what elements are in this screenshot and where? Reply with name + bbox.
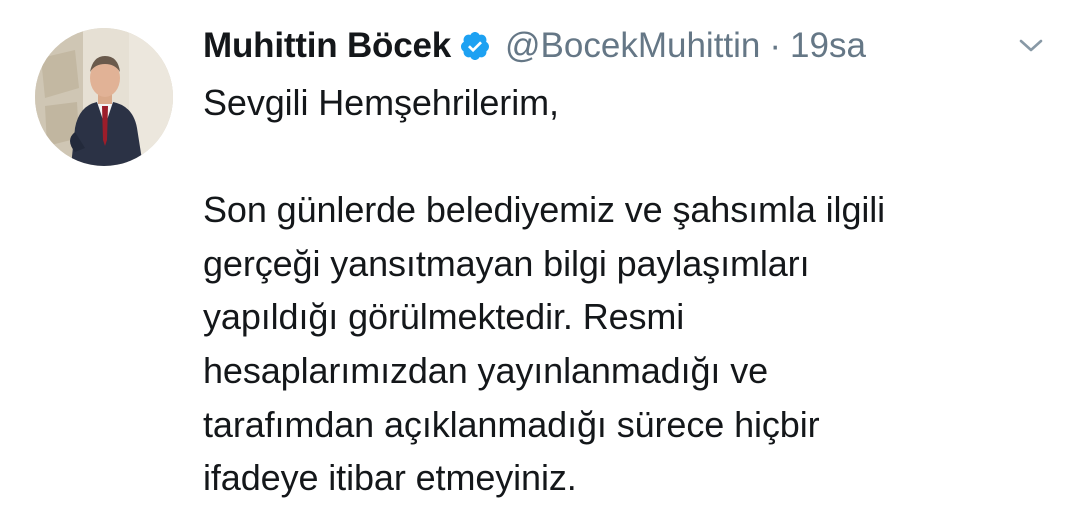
tweet-line: yapıldığı görülmektedir. Resmi xyxy=(203,296,685,338)
tweet-line: ifadeye itibar etmeyiniz. xyxy=(203,457,577,499)
author-avatar[interactable] xyxy=(35,28,173,166)
author-name[interactable]: Muhittin Böcek xyxy=(203,26,451,66)
tweet-greeting: Sevgili Hemşehrilerim, xyxy=(203,82,559,123)
tweet-timestamp[interactable]: 19sa xyxy=(790,26,866,66)
tweet-line: hesaplarımızdan yayınlanmadığı ve xyxy=(203,349,769,391)
tweet-line: gerçeği yansıtmayan bilgi paylaşımları xyxy=(203,242,810,284)
tweet-line: tarafımdan açıklanmadığı sürece hiçbir xyxy=(203,403,820,445)
tweet-line: Son günlerde belediyemiz ve şahsımla ilg… xyxy=(203,189,886,231)
tweet-header: Muhittin Böcek @BocekMuhittin · 19sa xyxy=(203,20,866,72)
avatar-photo xyxy=(35,28,173,166)
verified-badge-icon xyxy=(459,30,491,62)
tweet-body: Sevgili Hemşehrilerim, Son günlerde bele… xyxy=(203,76,1053,505)
author-handle[interactable]: @BocekMuhittin xyxy=(505,26,760,66)
separator-dot: · xyxy=(769,26,782,65)
chevron-down-icon[interactable] xyxy=(1018,36,1044,56)
